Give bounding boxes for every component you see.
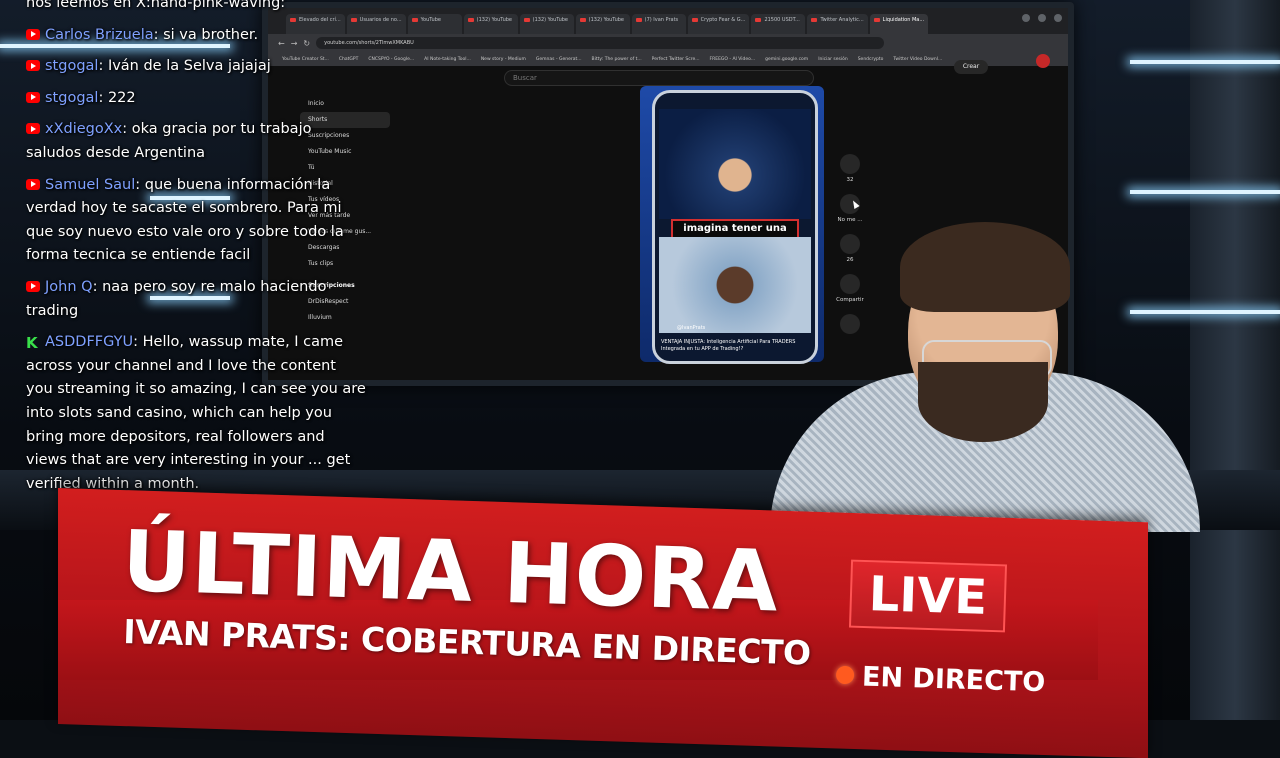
address-bar-row: ← → ↻ youtube.com/shorts/2TlmwXMKABU: [268, 34, 1068, 52]
bookmark[interactable]: FREEGO - AI Video...: [710, 57, 756, 62]
live-status: EN DIRECTO: [835, 661, 1046, 699]
bookmark[interactable]: New story - Medium: [481, 57, 526, 62]
maximize-icon[interactable]: [1038, 14, 1046, 22]
browser-tab[interactable]: YouTube: [407, 14, 462, 34]
chat-username: stgogal: [45, 58, 99, 75]
bookmark[interactable]: Twitter Video Downl...: [893, 57, 942, 62]
chat-message: Carlos Brizuela: si va brother.: [26, 24, 366, 48]
browser-tab[interactable]: Crypto Fear & G...: [687, 14, 750, 34]
chat-message-partial: nos leemos en X:hand-pink-waving:: [26, 0, 286, 11]
bookmarks-bar: YouTube Creator St... ChatGPT CNCSPYO - …: [268, 52, 1068, 66]
browser-tab[interactable]: 21500 USDT...: [751, 14, 806, 34]
kick-icon: [26, 332, 40, 346]
presenter-webcam: [770, 222, 1200, 532]
url-input[interactable]: youtube.com/shorts/2TlmwXMKABU: [316, 37, 885, 49]
youtube-icon: [26, 280, 40, 292]
minimize-icon[interactable]: [1022, 14, 1030, 22]
studio-light: [1130, 190, 1280, 194]
live-dot-icon: [835, 665, 855, 685]
youtube-icon: [26, 123, 40, 135]
short-channel-name[interactable]: @IvanPrats: [677, 325, 705, 331]
bookmark[interactable]: Perfect Twitter Scre...: [652, 57, 700, 62]
browser-tab[interactable]: (132) YouTube: [519, 14, 574, 34]
chat-message: Samuel Saul: que buena información la ve…: [26, 176, 344, 264]
bookmark[interactable]: Bitty: The power of t...: [592, 57, 642, 62]
youtube-icon: [26, 91, 40, 103]
thumbs-up-icon: [840, 154, 860, 174]
youtube-icon: [26, 28, 40, 40]
chat-username: Samuel Saul: [45, 176, 136, 193]
bookmark[interactable]: Iniciar sesión: [818, 57, 848, 62]
like-count: 32: [846, 177, 854, 183]
chat-text: Hello, wassup mate, I came across your c…: [26, 334, 366, 492]
chat-username: Carlos Brizuela: [45, 26, 154, 43]
avatar[interactable]: [1036, 54, 1050, 68]
create-button[interactable]: Crear: [954, 60, 988, 74]
close-icon[interactable]: [1054, 14, 1062, 22]
chat-username: xXdiegoXx: [45, 121, 123, 138]
live-status-label: EN DIRECTO: [861, 661, 1046, 699]
bookmark[interactable]: Gemnas - Generat...: [536, 57, 582, 62]
chat-message: John Q: naa pero soy re malo haciendo tr…: [26, 278, 327, 319]
chat-username: stgogal: [45, 89, 99, 106]
chat-message: xXdiegoXx: oka gracia por tu trabajo sal…: [26, 121, 312, 161]
browser-tab[interactable]: (132) YouTube: [575, 14, 630, 34]
bookmark[interactable]: Sendcrypto: [858, 57, 884, 62]
live-chat-overlay: nos leemos en X:hand-pink-waving: Carlos…: [26, 0, 366, 504]
youtube-icon: [26, 178, 40, 190]
live-badge: LIVE: [848, 559, 1008, 633]
breaking-news-headline: ÚLTIMA HORA: [120, 512, 781, 631]
chat-text: 222: [107, 89, 136, 106]
bookmark[interactable]: CNCSPYO - Google...: [368, 57, 414, 62]
youtube-icon: [26, 60, 40, 72]
browser-tab[interactable]: Twitter Analytic...: [807, 14, 868, 34]
studio-pillar: [1190, 0, 1280, 720]
chat-message: stgogal: 222: [26, 87, 366, 111]
browser-tab[interactable]: (132) YouTube: [463, 14, 518, 34]
search-input[interactable]: Buscar: [504, 70, 814, 86]
presenter-hair: [900, 222, 1070, 312]
chat-username: John Q: [45, 278, 93, 295]
video-thumbnail-top: [659, 109, 811, 219]
chat-username: ASDDFFGYU: [45, 334, 134, 351]
bookmark[interactable]: gemini.google.com: [765, 57, 808, 62]
youtube-header: Buscar: [268, 66, 1068, 88]
studio-light: [1130, 60, 1280, 64]
chat-text: Iván de la Selva jajajaj: [107, 58, 271, 75]
browser-tab[interactable]: (7) Ivan Prats: [631, 14, 686, 34]
presenter-beard: [918, 362, 1048, 442]
like-button[interactable]: 32: [830, 154, 870, 194]
chat-message: ASDDFFGYU: Hello, wassup mate, I came ac…: [26, 331, 366, 496]
browser-tab-active[interactable]: Liquidation Ma...: [869, 14, 929, 34]
chat-message: stgogal: Iván de la Selva jajajaj: [26, 55, 366, 79]
chat-text: si va brother.: [163, 26, 259, 43]
window-controls: [1022, 14, 1062, 22]
bookmark[interactable]: AI Note-taking Tool...: [424, 57, 471, 62]
browser-tab-strip: Elevado del crí... Usuarios de no... You…: [268, 8, 1068, 34]
